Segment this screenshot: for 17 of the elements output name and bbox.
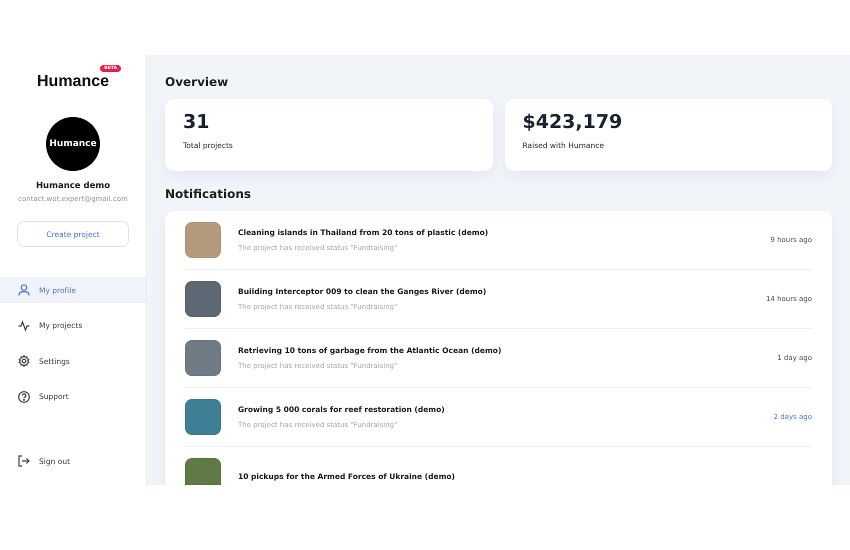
- help-icon: [18, 390, 30, 402]
- stat-value: 31: [183, 111, 210, 133]
- user-name: Humance demo: [36, 181, 110, 191]
- photo-placeholder: [185, 281, 221, 317]
- avatar: Humance: [46, 117, 100, 171]
- section-heading: Notifications: [165, 187, 252, 201]
- settings-icon: [18, 355, 30, 367]
- section-heading: Overview: [165, 75, 230, 89]
- activity-icon: [18, 320, 30, 332]
- photo-placeholder: [185, 458, 221, 485]
- photo-placeholder: [185, 340, 221, 376]
- user-icon: [18, 284, 30, 296]
- logo-text: Humance: [36, 73, 110, 90]
- photo-placeholder: [185, 399, 221, 435]
- stat-value: $423,179: [522, 111, 624, 133]
- photo-placeholder: [185, 222, 221, 258]
- sign-out-icon: [18, 455, 30, 467]
